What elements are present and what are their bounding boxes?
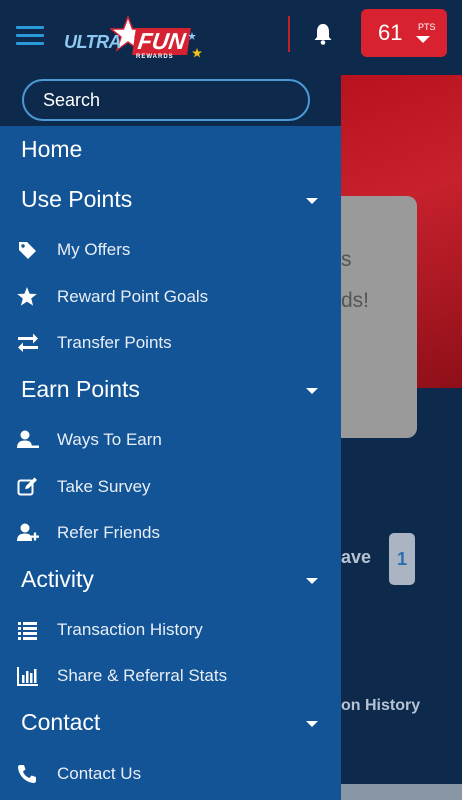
navigation-drawer: Home Use Points My Offers Reward Point G…: [0, 75, 341, 800]
points-balance-button[interactable]: 61 PTS: [361, 9, 447, 57]
hamburger-menu-icon[interactable]: [16, 26, 44, 46]
menu-item-transaction-history[interactable]: Transaction History: [0, 608, 341, 654]
promo-card-text-line2: ds!: [341, 289, 370, 312]
section-label: Contact: [21, 709, 101, 735]
menu-item-label: Reward Point Goals: [57, 287, 209, 306]
menu-section-contact[interactable]: Contact: [0, 701, 341, 749]
menu-item-label: Transfer Points: [57, 333, 172, 352]
transaction-history-link[interactable]: on History: [341, 697, 420, 715]
menu-item-label: Transaction History: [57, 620, 203, 639]
tag-icon: [19, 242, 36, 259]
caret-down-icon: [306, 578, 318, 584]
bell-icon[interactable]: [312, 22, 334, 46]
menu-item-reward-point-goals[interactable]: Reward Point Goals: [0, 275, 341, 321]
menu-item-label: My Offers: [57, 240, 131, 259]
transfer-arrows-icon: [18, 333, 38, 352]
menu-section-use-points[interactable]: Use Points: [0, 178, 341, 226]
header-divider: [288, 16, 290, 52]
menu-item-label: Ways To Earn: [57, 430, 162, 449]
menu-section-earn-points[interactable]: Earn Points: [0, 368, 341, 416]
promo-card-text-line1: s: [341, 248, 352, 271]
ultrafun-rewards-logo[interactable]: ULTRA FUN REWARDS: [62, 16, 202, 66]
menu-item-label: Share & Referral Stats: [57, 666, 228, 685]
points-value: 61: [378, 20, 403, 45]
logo-ultra-text: ULTRA: [64, 32, 122, 52]
phone-icon: [18, 765, 36, 783]
menu-section-activity[interactable]: Activity: [0, 558, 341, 606]
app-header: ULTRA FUN REWARDS 61 PTS: [0, 0, 462, 75]
caret-down-icon: [306, 388, 318, 394]
logo-small-stars-icon: [188, 32, 202, 58]
menu-item-refer-friends[interactable]: Refer Friends: [0, 511, 341, 557]
user-line-icon: [17, 430, 39, 448]
caret-down-icon: [306, 721, 318, 727]
menu-item-label: Contact Us: [57, 764, 142, 783]
star-icon: [17, 287, 37, 306]
save-label: ave: [341, 547, 372, 567]
section-label: Earn Points: [21, 376, 140, 402]
user-plus-icon: [17, 523, 39, 541]
edit-icon: [17, 477, 37, 496]
menu-item-my-offers[interactable]: My Offers: [0, 228, 341, 274]
logo-rewards-text: REWARDS: [136, 54, 174, 60]
section-label: Activity: [21, 566, 94, 592]
bar-chart-icon: [17, 667, 38, 686]
logo-fun-text: FUN: [132, 28, 192, 55]
menu-item-ways-to-earn[interactable]: Ways To Earn: [0, 418, 341, 464]
search-input[interactable]: [22, 79, 310, 121]
search-container: [0, 75, 341, 126]
points-label: PTS: [418, 22, 436, 32]
menu-home-label: Home: [21, 136, 83, 162]
menu-item-transfer-points[interactable]: Transfer Points: [0, 321, 341, 367]
caret-down-icon: [416, 36, 430, 43]
caret-down-icon: [306, 198, 318, 204]
section-label: Use Points: [21, 186, 133, 212]
menu-item-contact-us[interactable]: Contact Us: [0, 752, 341, 798]
menu-item-label: Refer Friends: [57, 523, 160, 542]
page-number-badge[interactable]: 1: [389, 533, 415, 585]
bottom-bar: [341, 784, 462, 800]
menu-item-share-referral-stats[interactable]: Share & Referral Stats: [0, 654, 341, 700]
list-icon: [18, 622, 37, 640]
menu-home[interactable]: Home: [0, 128, 341, 176]
menu-item-take-survey[interactable]: Take Survey: [0, 465, 341, 511]
menu-item-label: Take Survey: [57, 477, 151, 496]
